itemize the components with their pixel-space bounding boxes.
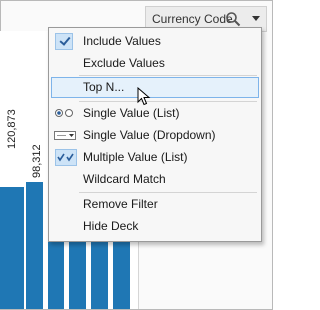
menu-separator bbox=[79, 192, 257, 193]
menu-separator bbox=[79, 75, 257, 76]
menu-item-exclude-values[interactable]: Exclude Values bbox=[51, 53, 259, 74]
chart-bar-2 bbox=[26, 182, 43, 309]
menu-item-multiple-value-list[interactable]: Multiple Value (List) bbox=[51, 147, 259, 168]
checkmark-icon bbox=[55, 33, 73, 50]
menu-item-remove-filter[interactable]: Remove Filter bbox=[51, 194, 259, 215]
menu-item-wildcard-match[interactable]: Wildcard Match bbox=[51, 169, 259, 190]
chevron-down-icon[interactable] bbox=[252, 16, 260, 21]
bar-data-label-1: 120,873 bbox=[6, 109, 18, 149]
multi-check-icon bbox=[55, 149, 77, 166]
filter-context-menu: Include Values Exclude Values Top N... S… bbox=[48, 27, 262, 242]
dropdown-list-icon bbox=[54, 131, 76, 140]
bar-data-label-2: 98,312 bbox=[31, 144, 43, 178]
menu-item-hide-deck[interactable]: Hide Deck bbox=[51, 216, 259, 237]
menu-item-single-value-dropdown[interactable]: Single Value (Dropdown) bbox=[51, 125, 259, 146]
menu-item-include-values[interactable]: Include Values bbox=[51, 31, 259, 52]
menu-separator bbox=[79, 101, 257, 102]
search-icon[interactable] bbox=[225, 11, 241, 27]
menu-item-top-n[interactable]: Top N... bbox=[51, 77, 259, 98]
radio-list-icon bbox=[55, 109, 73, 117]
mouse-cursor-icon bbox=[137, 87, 151, 106]
menu-item-single-value-list[interactable]: Single Value (List) bbox=[51, 103, 259, 124]
filter-title: Currency Code bbox=[152, 12, 233, 26]
chart-bar-1 bbox=[0, 187, 24, 309]
